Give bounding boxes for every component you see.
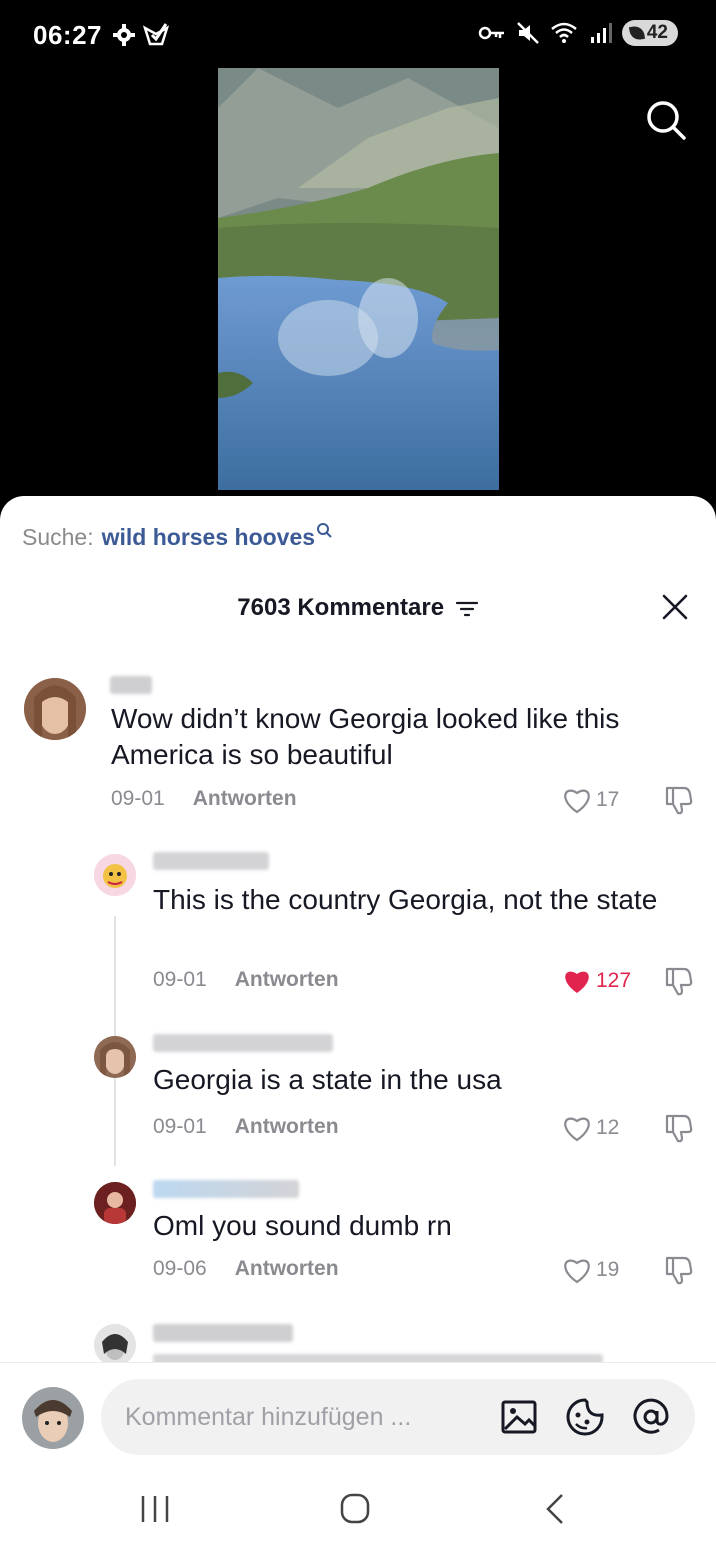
- avatar[interactable]: [94, 1324, 136, 1366]
- comment-text: Georgia is a state in the usa: [153, 1064, 502, 1095]
- username-redacted[interactable]: [110, 676, 152, 694]
- comment-meta: 09-01 Antworten: [153, 968, 339, 992]
- sticker-icon[interactable]: [565, 1397, 605, 1437]
- comment-composer: [0, 1362, 716, 1466]
- avatar[interactable]: [94, 854, 136, 896]
- like-count: 17: [596, 788, 620, 811]
- reply-button[interactable]: Antworten: [235, 1115, 339, 1139]
- like-button[interactable]: 19: [562, 1256, 619, 1284]
- search-query-link[interactable]: wild horses hooves: [102, 524, 315, 551]
- comment-meta: 09-01 Antworten: [111, 787, 297, 811]
- battery-level: 42: [646, 22, 668, 43]
- gear-icon: [113, 24, 135, 46]
- comments-header: 7603 Kommentare: [0, 590, 716, 630]
- comment-text: Wow didn’t know Georgia looked like this…: [111, 703, 620, 770]
- wifi-icon: [551, 22, 577, 43]
- video-player[interactable]: [218, 68, 499, 490]
- back-icon[interactable]: [536, 1492, 576, 1526]
- recent-apps-icon[interactable]: [135, 1492, 175, 1526]
- username-redacted[interactable]: [153, 1034, 333, 1052]
- comment-date: 09-06: [153, 1257, 207, 1280]
- home-icon[interactable]: [335, 1492, 375, 1526]
- check-shield-icon: [142, 23, 170, 46]
- comment-date: 09-01: [111, 787, 165, 810]
- avatar[interactable]: [24, 678, 86, 740]
- like-count: 12: [596, 1116, 620, 1139]
- comment-text: Oml you sound dumb rn: [153, 1210, 452, 1241]
- comment-meta: 09-01 Antworten: [153, 1115, 339, 1139]
- search-suggestion[interactable]: Suche: wild horses hooves: [22, 523, 332, 551]
- avatar[interactable]: [94, 1182, 136, 1224]
- video-frame: [218, 68, 499, 490]
- reply-button[interactable]: Antworten: [235, 968, 339, 992]
- comments-count-title: 7603 Kommentare: [237, 594, 445, 621]
- comment-input-pill[interactable]: [101, 1379, 695, 1455]
- heart-outline-icon: [564, 1259, 590, 1284]
- mute-icon: [516, 22, 539, 44]
- comment-date: 09-01: [153, 1115, 207, 1138]
- like-count: 19: [596, 1258, 620, 1281]
- search-small-icon: [317, 523, 332, 538]
- system-nav-bar: [0, 1466, 716, 1551]
- like-button[interactable]: 12: [562, 1114, 619, 1142]
- like-button[interactable]: 17: [562, 786, 619, 814]
- dislike-icon[interactable]: [662, 965, 694, 997]
- signal-icon: [590, 23, 612, 43]
- mention-icon[interactable]: [631, 1397, 671, 1437]
- status-time: 06:27: [33, 20, 102, 50]
- close-icon[interactable]: [660, 592, 690, 622]
- like-count: 127: [596, 969, 632, 992]
- heart-filled-icon: [565, 971, 589, 993]
- comment-input[interactable]: [125, 1397, 485, 1437]
- username-redacted[interactable]: [153, 1324, 293, 1342]
- dislike-icon[interactable]: [662, 784, 694, 816]
- comments-sort-toggle[interactable]: 7603 Kommentare: [0, 594, 716, 622]
- search-icon[interactable]: [644, 98, 688, 142]
- comment-meta: 09-06 Antworten: [153, 1257, 339, 1281]
- comment-text: This is the country Georgia, not the sta…: [153, 884, 658, 915]
- heart-outline-icon: [564, 789, 590, 814]
- key-icon: [478, 26, 504, 40]
- battery-icon: 42: [621, 20, 678, 46]
- reply-button[interactable]: Antworten: [193, 787, 297, 811]
- like-button[interactable]: 127: [562, 967, 631, 995]
- dislike-icon[interactable]: [662, 1254, 694, 1286]
- status-bar: 06:27 42: [0, 0, 716, 72]
- avatar[interactable]: [94, 1036, 136, 1078]
- my-avatar[interactable]: [22, 1387, 84, 1449]
- comment-date: 09-01: [153, 968, 207, 991]
- username-redacted[interactable]: [153, 1180, 299, 1198]
- dislike-icon[interactable]: [662, 1112, 694, 1144]
- heart-outline-icon: [564, 1117, 590, 1142]
- username-redacted[interactable]: [153, 852, 269, 870]
- filter-icon[interactable]: [455, 599, 479, 619]
- image-icon[interactable]: [499, 1397, 539, 1437]
- search-prefix: Suche:: [22, 524, 94, 550]
- reply-button[interactable]: Antworten: [235, 1257, 339, 1281]
